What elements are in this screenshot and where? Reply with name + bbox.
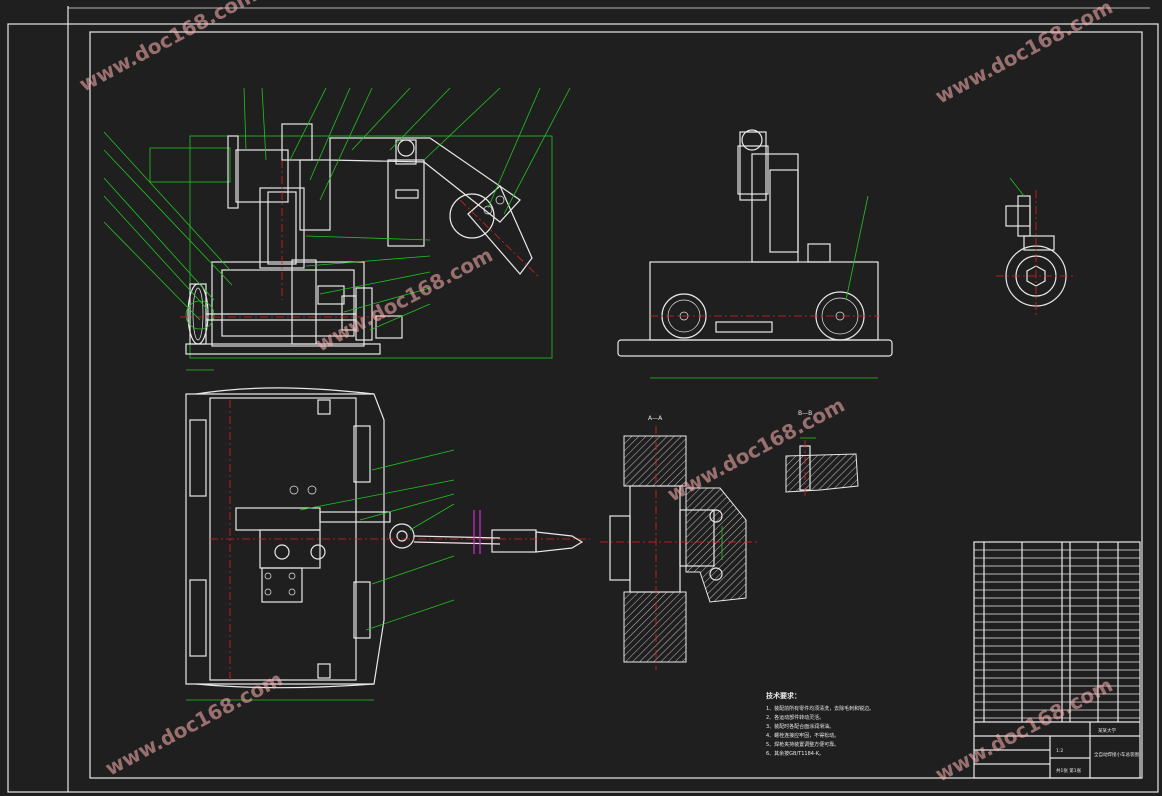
watermarks: www.doc168.com www.doc168.com www.doc168…	[75, 0, 1117, 786]
watermark-2: www.doc168.com	[931, 0, 1117, 108]
side-view	[617, 129, 893, 379]
plan-view	[185, 387, 590, 701]
school-name: 某某大学	[1098, 727, 1116, 734]
watermark-6: www.doc168.com	[931, 673, 1117, 787]
cad-drawing-canvas: A—A B—B 技术要求： 1、装配前所有零件均须清洗，去除毛刺和锐边。 2、各…	[7, 0, 1159, 793]
tech-note-5: 5、焊枪夹持装置调整方便可靠。	[766, 741, 839, 748]
drawing-name: 全自动焊接小车总装图	[1094, 751, 1139, 758]
tech-note-2: 2、各运动部件转动灵活。	[766, 714, 824, 721]
tech-note-6: 6、其余按GB/T1184-K。	[766, 750, 824, 757]
drawing-border	[7, 6, 1159, 793]
tech-note-3: 3、装配时各配合面涂润滑油。	[766, 723, 834, 730]
section-label-a: A—A	[648, 415, 663, 422]
wheel-detail-view	[996, 177, 1076, 316]
tech-note-1: 1、装配前所有零件均须清洗，去除毛刺和锐边。	[766, 705, 874, 712]
tech-note-4: 4、螺栓连接应牢固，不得松动。	[766, 732, 839, 739]
watermark-1: www.doc168.com	[75, 0, 261, 96]
scale-value: 1:2	[1056, 748, 1063, 754]
tech-req-title: 技术要求：	[766, 691, 801, 700]
sheet-number: 共1张 第1张	[1056, 767, 1082, 774]
technical-requirements: 技术要求： 1、装配前所有零件均须清洗，去除毛刺和锐边。 2、各运动部件转动灵活…	[766, 691, 874, 757]
watermark-3: www.doc168.com	[311, 243, 497, 357]
